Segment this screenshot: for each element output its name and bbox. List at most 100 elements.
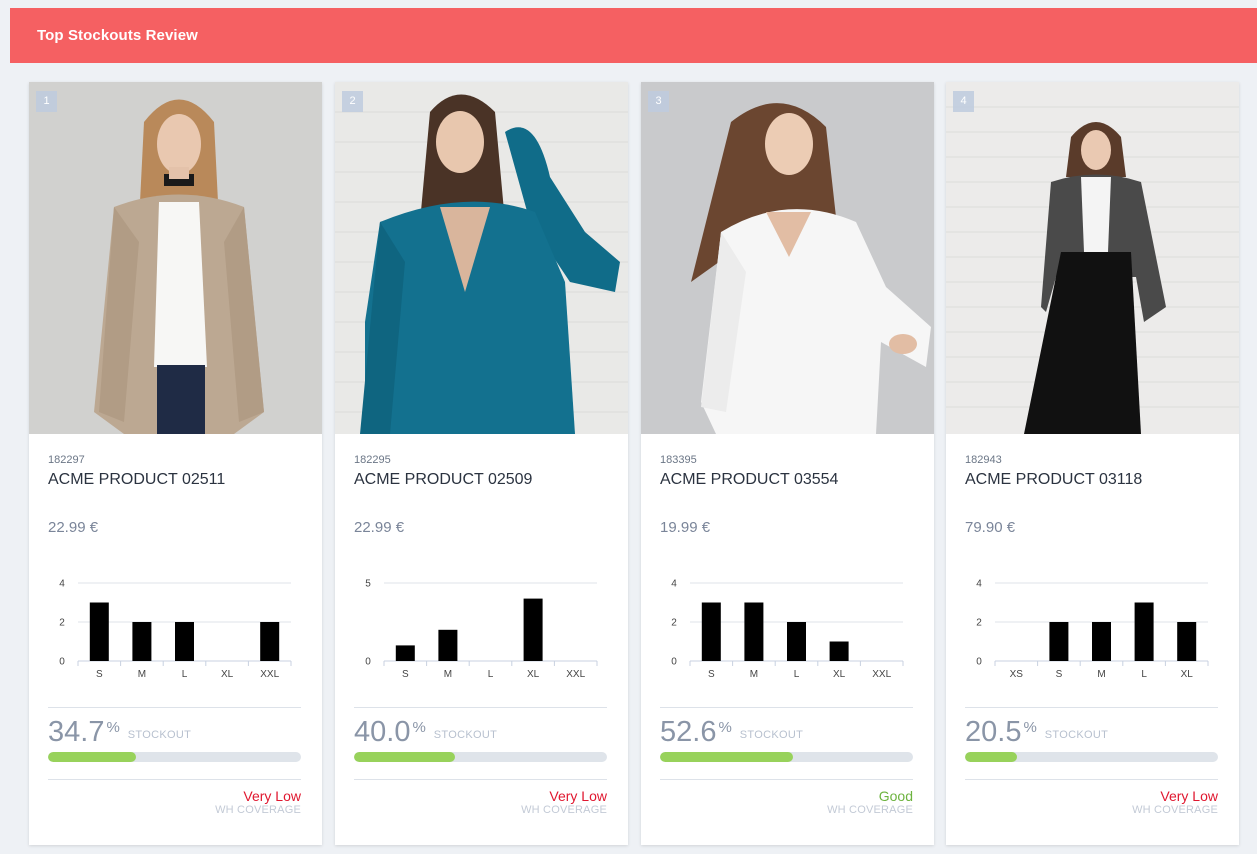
bar-xl (523, 598, 543, 661)
size-stock-chart: 0 2 4 S M L XL XXL (671, 579, 904, 680)
divider (48, 707, 301, 708)
bar-s (89, 602, 109, 661)
product-name[interactable]: ACME PRODUCT 02511 (48, 471, 225, 489)
y-tick-label: 2 (671, 618, 677, 629)
x-tick-label: M (138, 669, 146, 680)
y-tick-label: 4 (59, 579, 65, 590)
coverage-label: WH COVERAGE (827, 804, 913, 816)
stockout-metric: 52.6 % STOCKOUT (660, 715, 913, 749)
x-tick-label: L (1141, 669, 1147, 680)
coverage-status: Very Low (243, 788, 301, 804)
product-photo (335, 82, 628, 434)
bar-l (787, 622, 806, 661)
bar-m (438, 629, 458, 661)
y-tick-label: 0 (671, 657, 677, 668)
y-tick-label: 0 (59, 657, 65, 668)
stockout-progress-bar (354, 752, 607, 762)
divider (965, 707, 1218, 708)
bar-s (1049, 622, 1069, 661)
x-tick-label: M (750, 669, 758, 680)
stockout-value: 20.5 (965, 716, 1022, 748)
bar-m (132, 622, 152, 661)
x-tick-label: XS (1010, 669, 1024, 680)
x-tick-label: XL (527, 669, 540, 680)
stockout-label: STOCKOUT (433, 729, 498, 741)
dashboard-page: Top Stockouts Review 1 182297 ACME PRODU… (0, 0, 1257, 854)
product-price: 22.99 € (48, 519, 99, 536)
x-tick-label: XL (221, 669, 234, 680)
product-name[interactable]: ACME PRODUCT 03118 (965, 471, 1142, 489)
divider (354, 707, 607, 708)
y-tick-label: 4 (671, 579, 677, 590)
stockout-progress-fill (965, 752, 1017, 762)
stockout-label: STOCKOUT (739, 729, 804, 741)
y-tick-label: 2 (59, 618, 65, 629)
x-tick-label: XL (833, 669, 846, 680)
product-photo (641, 82, 934, 434)
x-tick-label: S (402, 669, 409, 680)
product-image[interactable]: 1 (29, 82, 322, 434)
bar-xl (829, 641, 849, 661)
coverage-label: WH COVERAGE (521, 804, 607, 816)
coverage-status: Very Low (549, 788, 607, 804)
x-tick-label: L (794, 669, 800, 680)
product-sku: 182297 (48, 454, 85, 466)
product-image[interactable]: 3 (641, 82, 934, 434)
divider (965, 779, 1218, 780)
product-sku: 182943 (965, 454, 1002, 466)
product-card[interactable]: 1 182297 ACME PRODUCT 02511 22.99 € 0 2 4 S… (29, 82, 322, 845)
stockout-percent-sign: % (718, 719, 732, 736)
x-tick-label: S (708, 669, 715, 680)
stockout-value: 34.7 (48, 716, 105, 748)
bar-s (701, 602, 721, 661)
size-stock-chart: 0 2 4 XS S M L XL (976, 579, 1209, 680)
divider (660, 779, 913, 780)
product-card[interactable]: 2 182295 ACME PRODUCT 02509 22.99 € 0 5 S M… (335, 82, 628, 845)
rank-badge: 2 (342, 91, 363, 112)
stockout-metric: 34.7 % STOCKOUT (48, 715, 301, 749)
product-sku: 182295 (354, 454, 391, 466)
stockout-label: STOCKOUT (127, 729, 192, 741)
stockout-progress-fill (354, 752, 456, 762)
x-tick-label: XL (1181, 669, 1194, 680)
product-price: 22.99 € (354, 519, 405, 536)
x-tick-label: S (1056, 669, 1063, 680)
y-tick-label: 4 (976, 579, 982, 590)
x-tick-label: XXL (260, 669, 279, 680)
stockout-label: STOCKOUT (1044, 729, 1109, 741)
product-name[interactable]: ACME PRODUCT 02509 (354, 471, 532, 489)
product-image[interactable]: 2 (335, 82, 628, 434)
stockout-percent-sign: % (1023, 719, 1037, 736)
divider (48, 779, 301, 780)
size-stock-chart: 0 5 S M L XL XXL (365, 579, 598, 680)
coverage-status: Very Low (1160, 788, 1218, 804)
product-name[interactable]: ACME PRODUCT 03554 (660, 471, 838, 489)
rank-badge: 3 (648, 91, 669, 112)
product-card[interactable]: 3 183395 ACME PRODUCT 03554 19.99 € 0 2 4 S… (641, 82, 934, 845)
product-photo (946, 82, 1239, 434)
stockout-progress-fill (48, 752, 136, 762)
y-tick-label: 0 (976, 657, 982, 668)
divider (354, 779, 607, 780)
rank-badge: 4 (953, 91, 974, 112)
x-tick-label: L (182, 669, 188, 680)
bar-l (175, 622, 194, 661)
x-tick-label: L (488, 669, 494, 680)
stockout-metric: 20.5 % STOCKOUT (965, 715, 1218, 749)
x-tick-label: M (1097, 669, 1105, 680)
x-tick-label: XXL (566, 669, 585, 680)
product-image[interactable]: 4 (946, 82, 1239, 434)
bar-xxl (260, 622, 280, 661)
product-photo (29, 82, 322, 434)
stockout-progress-fill (660, 752, 794, 762)
product-card[interactable]: 4 182943 ACME PRODUCT 03118 79.90 € 0 2 4 X… (946, 82, 1239, 845)
header-bar: Top Stockouts Review (10, 8, 1257, 63)
y-tick-label: 0 (365, 657, 371, 668)
coverage-status: Good (878, 788, 913, 804)
stockout-percent-sign: % (412, 719, 426, 736)
product-price: 19.99 € (660, 519, 711, 536)
bar-xl (1177, 622, 1197, 661)
size-stock-chart: 0 2 4 S M L XL XXL (59, 579, 292, 680)
stockout-progress-bar (965, 752, 1218, 762)
y-tick-label: 2 (976, 618, 982, 629)
